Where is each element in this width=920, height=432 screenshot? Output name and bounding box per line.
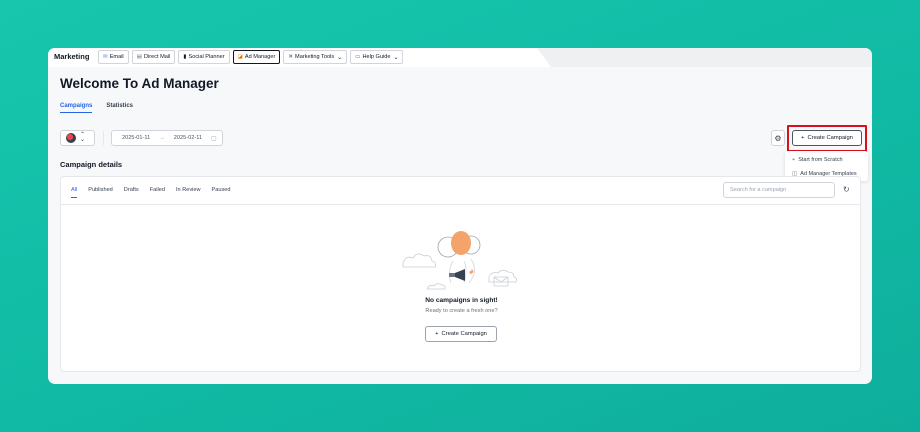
menu-item-start-from-scratch[interactable]: + Start from Scratch (785, 153, 868, 167)
nav-tabs: ✉ Email ▤ Direct Mail ▮ Social Planner ◪… (98, 50, 404, 64)
filter-all[interactable]: All (71, 187, 78, 198)
plus-icon: + (435, 331, 439, 337)
balloon-icon (451, 231, 471, 255)
avatar (66, 133, 76, 143)
calendar-icon: ▢ (211, 135, 217, 142)
refresh-icon[interactable]: ↻ (843, 185, 850, 194)
settings-button[interactable]: ⚙ (771, 130, 785, 146)
nav-tab-marketing-tools[interactable]: ✕ Marketing Tools ⌄ (283, 50, 348, 64)
top-nav-bar: Marketing ✉ Email ▤ Direct Mail ▮ Social… (48, 48, 872, 67)
direct-mail-icon: ▤ (136, 54, 142, 60)
tab-statistics[interactable]: Statistics (106, 103, 133, 113)
empty-create-campaign-button[interactable]: + Create Campaign (425, 326, 497, 342)
nav-tab-label: Help Guide (362, 54, 391, 60)
filter-tabs: All Published Drafts Failed In Review Pa… (71, 187, 231, 198)
campaign-card: All Published Drafts Failed In Review Pa… (60, 176, 861, 372)
chevron-down-icon: ⌄ (393, 54, 399, 61)
envelope-icon (493, 276, 509, 283)
section-title: Campaign details (60, 160, 123, 169)
date-range-picker[interactable]: 2025-01-11 → 2025-02-11 ▢ (111, 130, 223, 146)
social-planner-icon: ▮ (183, 54, 187, 60)
tab-campaigns[interactable]: Campaigns (60, 103, 93, 113)
create-campaign-label: Create Campaign (441, 331, 487, 337)
nav-tab-label: Marketing Tools (295, 54, 335, 60)
search-placeholder: Search for a campaign (730, 187, 787, 193)
brand-label: Marketing (54, 52, 90, 61)
help-guide-icon: ▭ (355, 54, 361, 60)
ad-manager-icon: ◪ (237, 54, 243, 60)
filter-published[interactable]: Published (88, 187, 113, 198)
nav-tab-social-planner[interactable]: ▮ Social Planner (178, 50, 230, 64)
menu-item-label: Start from Scratch (798, 157, 843, 163)
nav-tab-label: Ad Manager (244, 54, 276, 60)
megaphone-icon (455, 269, 465, 281)
page-title: Welcome To Ad Manager (60, 76, 219, 91)
cloud-icon (402, 253, 436, 268)
nav-tab-help-guide[interactable]: ▭ Help Guide ⌄ (350, 50, 404, 64)
nav-tab-label: Direct Mail (143, 54, 171, 60)
filter-drafts[interactable]: Drafts (124, 187, 139, 198)
cloud-icon (426, 283, 446, 290)
email-icon: ✉ (103, 54, 108, 60)
empty-state-illustration: # (402, 231, 518, 290)
megaphone-icon (449, 273, 455, 277)
chevron-down-icon: ⌄ (337, 54, 343, 61)
filter-paused[interactable]: Paused (212, 187, 231, 198)
create-campaign-button[interactable]: + Create Campaign (792, 130, 862, 146)
divider (61, 204, 860, 205)
hashtag-icon: # (469, 269, 474, 276)
account-selector[interactable]: ⌃ ⌄ (60, 130, 95, 146)
filter-failed[interactable]: Failed (150, 187, 165, 198)
plus-icon: + (801, 135, 805, 141)
search-input[interactable]: Search for a campaign (723, 182, 835, 198)
nav-tab-label: Email (109, 54, 124, 60)
app-window: Marketing ✉ Email ▤ Direct Mail ▮ Social… (48, 48, 872, 384)
chevron-up-down-icon: ⌃ ⌄ (80, 132, 86, 143)
gear-icon: ⚙ (774, 133, 782, 143)
filter-in-review[interactable]: In Review (176, 187, 201, 198)
sub-tabs: Campaigns Statistics (60, 103, 133, 113)
nav-tab-label: Social Planner (188, 54, 225, 60)
create-campaign-label: Create Campaign (807, 135, 853, 141)
empty-state-title: No campaigns in sight! (425, 297, 498, 304)
plus-icon: + (792, 157, 796, 163)
arrow-right-icon: → (159, 135, 165, 141)
start-date: 2025-01-11 (122, 135, 151, 141)
nav-tab-ad-manager[interactable]: ◪ Ad Manager (232, 50, 281, 64)
divider (103, 131, 104, 145)
end-date: 2025-02-11 (173, 135, 202, 141)
nav-tab-direct-mail[interactable]: ▤ Direct Mail (131, 50, 176, 64)
empty-state-subtitle: Ready to create a fresh one? (425, 308, 498, 314)
nav-tab-email[interactable]: ✉ Email (98, 50, 129, 64)
marketing-tools-icon: ✕ (288, 54, 294, 60)
